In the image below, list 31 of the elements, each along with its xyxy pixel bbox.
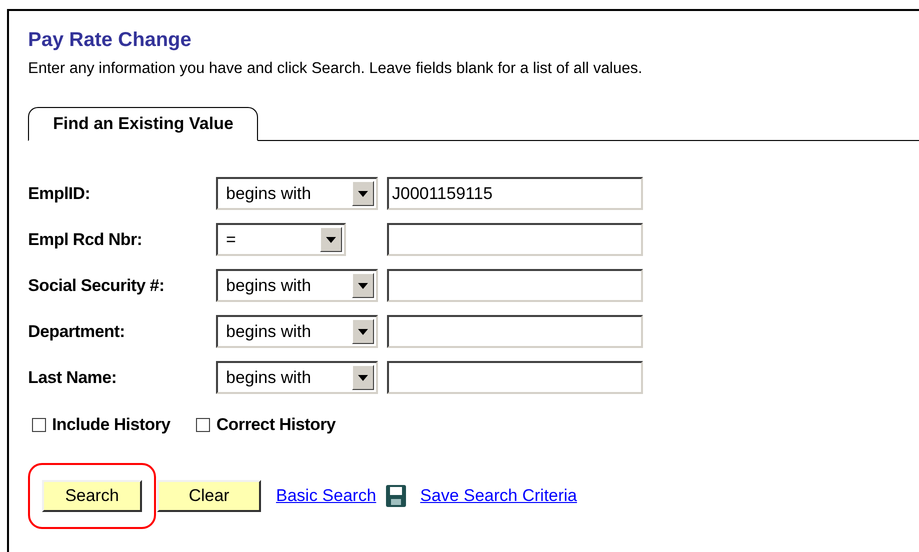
dropdown-arrow-icon — [358, 328, 368, 334]
checkbox[interactable] — [32, 418, 46, 432]
search-value-field[interactable] — [387, 269, 643, 302]
dropdown-arrow-icon — [358, 282, 368, 288]
operator-dropdown[interactable]: = — [216, 223, 346, 256]
field-label: Department: — [28, 320, 126, 343]
operator-dropdown[interactable]: begins with — [216, 361, 378, 394]
search-value-field[interactable] — [387, 223, 643, 256]
checkbox-label: Correct History — [216, 414, 336, 436]
action-button[interactable]: Clear — [157, 480, 261, 512]
checkbox-label: Include History — [52, 414, 170, 436]
operator-dropdown[interactable]: begins with — [216, 177, 378, 210]
dropdown-arrow-icon — [358, 190, 368, 196]
operator-dropdown[interactable]: begins with — [216, 269, 378, 302]
search-value-field[interactable]: J0001159115 — [387, 177, 643, 210]
instruction-text: Enter any information you have and click Search. Leave fields blank for a list of all values. — [28, 59, 644, 79]
link[interactable]: Basic Search — [276, 482, 376, 508]
operator-dropdown[interactable]: begins with — [216, 315, 378, 348]
search-value-field[interactable] — [387, 361, 643, 394]
dropdown-arrow-icon — [326, 236, 336, 242]
tab[interactable]: Find an Existing Value — [28, 107, 258, 141]
action-button[interactable]: Search — [42, 480, 142, 512]
field-label: Last Name: — [28, 366, 118, 389]
search-value-field[interactable] — [387, 315, 643, 348]
field-label: Empl Rcd Nbr: — [28, 228, 144, 251]
dropdown-arrow-icon — [358, 374, 368, 380]
page-title: Pay Rate Change — [28, 28, 192, 53]
field-label: Social Security #: — [28, 274, 166, 297]
checkbox[interactable] — [196, 418, 210, 432]
link[interactable]: Save Search Criteria — [420, 482, 578, 508]
field-label: EmplID: — [28, 182, 92, 205]
